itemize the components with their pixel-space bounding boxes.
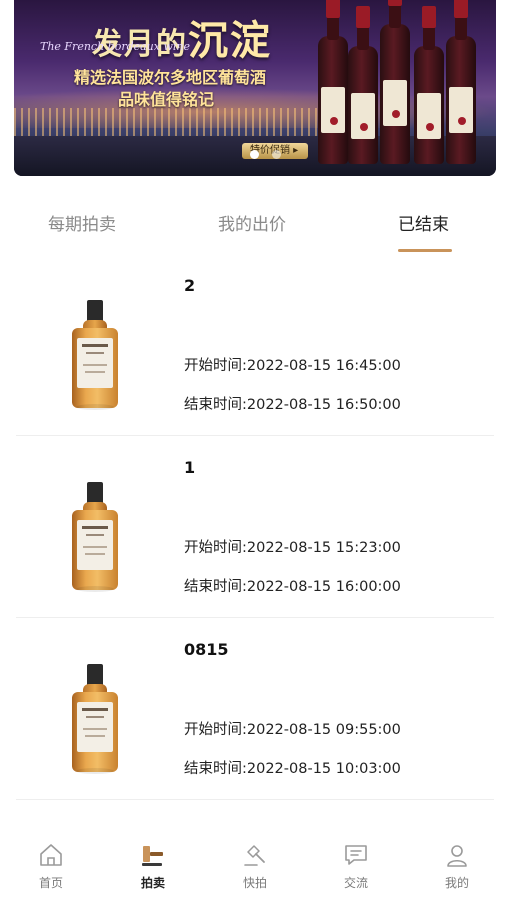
- whisky-bottle-image: [70, 664, 120, 776]
- active-tab-indicator: [398, 249, 452, 252]
- auction-end-time: 结束时间:2022-08-15 16:00:00: [184, 579, 401, 595]
- auction-item[interactable]: 1 开始时间:2022-08-15 15:23:00 结束时间:2022-08-…: [16, 438, 494, 618]
- nav-home[interactable]: 首页: [16, 842, 86, 891]
- promo-banner[interactable]: 发月的沉淀 The French bordeaux wine 精选法国波尔多地区…: [14, 0, 496, 176]
- nav-label-home: 首页: [38, 876, 63, 890]
- auction-title: 2: [184, 276, 196, 295]
- whisky-bottle-image: [70, 300, 120, 412]
- whisky-bottle-image: [70, 482, 120, 594]
- bottom-navigation: 首页 拍卖 快拍 交流 我的: [0, 828, 507, 900]
- auction-end-time: 结束时间:2022-08-15 16:50:00: [184, 397, 401, 413]
- nav-label-chat: 交流: [343, 876, 368, 890]
- carousel-indicator[interactable]: [250, 150, 290, 160]
- auction-start-time: 开始时间:2022-08-15 16:45:00: [184, 358, 401, 374]
- banner-subtitle: The French bordeaux wine: [40, 40, 190, 53]
- auction-start-time: 开始时间:2022-08-15 15:23:00: [184, 540, 401, 556]
- nav-label-quick-auction: 快拍: [242, 876, 267, 890]
- auction-end-time: 结束时间:2022-08-15 10:03:00: [184, 761, 401, 777]
- banner-tagline-1: 精选法国波尔多地区葡萄酒: [74, 68, 267, 87]
- auction-start-time: 开始时间:2022-08-15 09:55:00: [184, 722, 401, 738]
- auction-tabs: 每期拍卖 我的出价 已结束: [0, 176, 507, 256]
- tab-my-bids[interactable]: 我的出价: [218, 210, 286, 235]
- tab-ended[interactable]: 已结束: [398, 210, 449, 235]
- auction-title: 0815: [184, 640, 229, 659]
- banner-tagline-2: 品味值得铭记: [118, 90, 215, 109]
- home-icon: [40, 844, 62, 866]
- nav-label-auction: 拍卖: [140, 876, 165, 890]
- chat-icon: [345, 845, 367, 865]
- quick-auction-icon: [244, 845, 265, 866]
- auction-item[interactable]: 0815 开始时间:2022-08-15 09:55:00 结束时间:2022-…: [16, 620, 494, 800]
- carousel-dot-active[interactable]: [250, 150, 259, 159]
- banner-title: 发月的沉淀: [92, 17, 272, 64]
- nav-chat[interactable]: 交流: [321, 842, 391, 891]
- auction-item[interactable]: 2 开始时间:2022-08-15 16:45:00 结束时间:2022-08-…: [16, 256, 494, 436]
- gavel-icon: [142, 846, 163, 866]
- auction-title: 1: [184, 458, 196, 477]
- carousel-dot[interactable]: [272, 150, 281, 159]
- nav-quick-auction[interactable]: 快拍: [220, 842, 290, 891]
- nav-auction[interactable]: 拍卖: [118, 842, 188, 891]
- nav-label-profile: 我的: [444, 876, 469, 890]
- banner-city-lights: [14, 108, 344, 138]
- nav-profile[interactable]: 我的: [422, 842, 492, 891]
- tab-each-period-auction[interactable]: 每期拍卖: [48, 210, 116, 235]
- wine-bottles-image: [318, 0, 488, 164]
- user-icon: [447, 845, 467, 867]
